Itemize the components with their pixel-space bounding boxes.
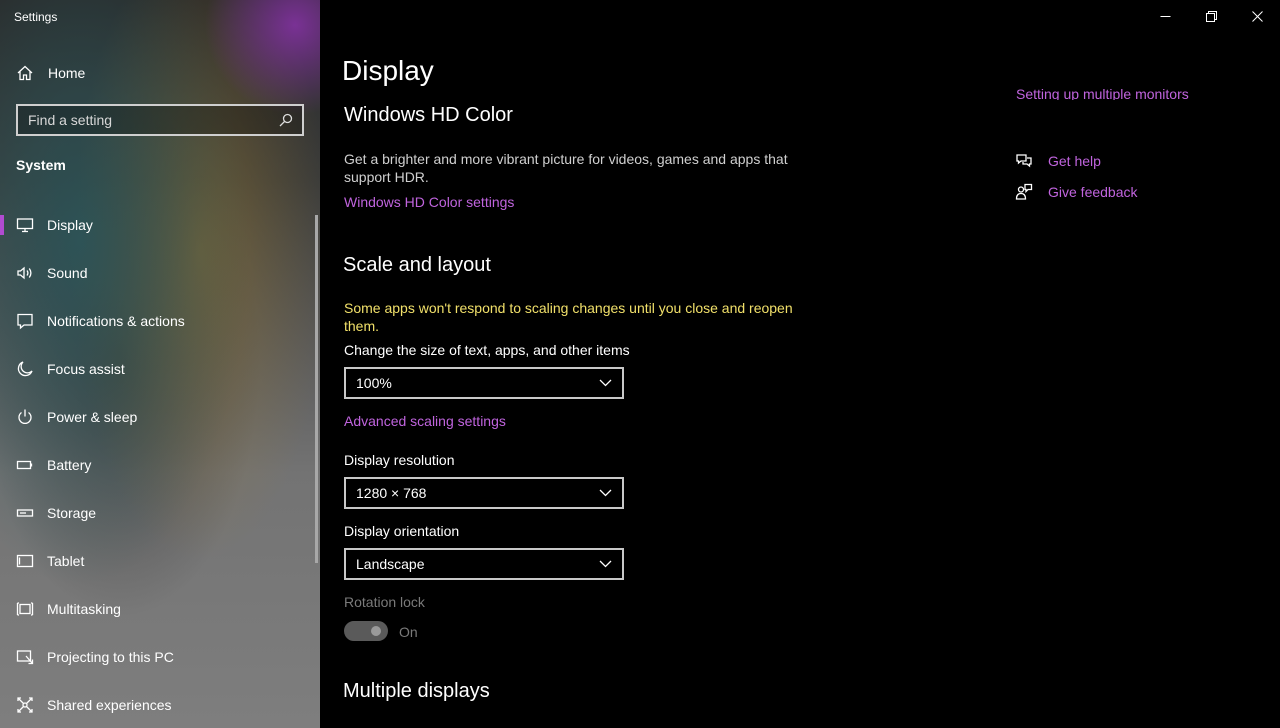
- sidebar-item-label: Power & sleep: [47, 409, 138, 425]
- minimize-button[interactable]: [1142, 0, 1188, 32]
- tablet-icon: [16, 554, 34, 568]
- sidebar-item-focus-assist[interactable]: Focus assist: [0, 345, 316, 393]
- get-help-label: Get help: [1048, 153, 1101, 169]
- sidebar-item-label: Focus assist: [47, 361, 125, 377]
- rotation-lock-label: Rotation lock: [344, 594, 425, 610]
- battery-icon: [16, 460, 33, 470]
- moon-icon: [17, 361, 33, 377]
- restore-icon: [1205, 10, 1217, 22]
- monitor-icon: [16, 218, 34, 233]
- orientation-label: Display orientation: [344, 523, 460, 539]
- chevron-down-icon: [599, 489, 612, 497]
- close-icon: [1251, 10, 1263, 22]
- resolution-dropdown[interactable]: 1280 × 768: [344, 477, 624, 509]
- power-icon: [18, 409, 32, 424]
- sidebar-item-display[interactable]: Display: [0, 201, 316, 249]
- scale-dropdown-value: 100%: [356, 375, 392, 391]
- restore-button[interactable]: [1188, 0, 1234, 32]
- speaker-icon: [17, 266, 32, 280]
- search-box[interactable]: [16, 104, 304, 136]
- hdr-section-title: Windows HD Color: [344, 104, 513, 126]
- get-help-link[interactable]: Get help: [1015, 152, 1101, 170]
- storage-icon: [16, 509, 34, 517]
- sidebar-item-projecting[interactable]: Projecting to this PC: [0, 633, 316, 681]
- advanced-scaling-link[interactable]: Advanced scaling settings: [344, 413, 506, 429]
- minimize-icon: [1160, 15, 1170, 17]
- sidebar-scrollbar[interactable]: [315, 215, 318, 563]
- hdr-settings-link[interactable]: Windows HD Color settings: [344, 194, 514, 210]
- home-label: Home: [48, 65, 86, 81]
- sidebar-item-power-sleep[interactable]: Power & sleep: [0, 393, 316, 441]
- sidebar: Settings Home System Display Sound: [0, 0, 320, 728]
- toggle-knob: [371, 626, 381, 636]
- home-button[interactable]: Home: [16, 62, 85, 84]
- app-title: Settings: [14, 10, 58, 24]
- sidebar-item-shared-experiences[interactable]: Shared experiences: [0, 681, 316, 728]
- page-title: Display: [342, 55, 434, 86]
- sidebar-item-tablet[interactable]: Tablet: [0, 537, 316, 585]
- multiple-monitors-link[interactable]: Setting up multiple monitors: [1016, 86, 1189, 100]
- multiple-displays-title: Multiple displays: [343, 680, 490, 702]
- give-feedback-label: Give feedback: [1048, 184, 1138, 200]
- scale-dropdown[interactable]: 100%: [344, 367, 624, 399]
- sidebar-item-label: Battery: [47, 457, 92, 473]
- rotation-lock-state: On: [399, 624, 418, 640]
- sidebar-item-label: Multitasking: [47, 601, 121, 617]
- search-icon[interactable]: [279, 113, 293, 127]
- home-icon: [17, 65, 33, 81]
- sidebar-nav: Display Sound Notifications & actions Fo…: [0, 201, 316, 728]
- sidebar-item-label: Storage: [47, 505, 97, 521]
- feedback-icon: [1015, 183, 1033, 200]
- hdr-description: Get a brighter and more vibrant picture …: [344, 151, 788, 185]
- scale-section-title: Scale and layout: [343, 254, 491, 276]
- orientation-dropdown-value: Landscape: [356, 556, 425, 572]
- sidebar-item-label: Tablet: [47, 553, 85, 569]
- chevron-down-icon: [599, 379, 612, 387]
- notification-icon: [17, 313, 33, 330]
- section-title: System: [16, 157, 66, 173]
- sidebar-item-notifications[interactable]: Notifications & actions: [0, 297, 316, 345]
- shared-experiences-icon: [17, 697, 33, 713]
- resolution-label: Display resolution: [344, 452, 455, 468]
- sidebar-item-storage[interactable]: Storage: [0, 489, 316, 537]
- sidebar-item-battery[interactable]: Battery: [0, 441, 316, 489]
- rotation-lock-toggle[interactable]: [344, 621, 388, 641]
- help-chat-icon: [1016, 154, 1032, 168]
- orientation-dropdown[interactable]: Landscape: [344, 548, 624, 580]
- close-button[interactable]: [1234, 0, 1280, 32]
- resolution-dropdown-value: 1280 × 768: [356, 485, 427, 501]
- chevron-down-icon: [599, 560, 612, 568]
- sidebar-item-sound[interactable]: Sound: [0, 249, 316, 297]
- scale-label: Change the size of text, apps, and other…: [344, 342, 630, 358]
- sidebar-item-label: Shared experiences: [47, 697, 172, 713]
- give-feedback-link[interactable]: Give feedback: [1015, 183, 1138, 201]
- multiple-monitors-link-text: Setting up multiple monitors: [1016, 86, 1189, 100]
- sidebar-item-label: Notifications & actions: [47, 313, 185, 329]
- search-input[interactable]: [18, 111, 279, 129]
- sidebar-item-label: Projecting to this PC: [47, 649, 174, 665]
- sidebar-item-label: Sound: [47, 265, 88, 281]
- multitasking-icon: [16, 602, 34, 616]
- sidebar-item-multitasking[interactable]: Multitasking: [0, 585, 316, 633]
- scaling-warning: Some apps won't respond to scaling chang…: [344, 300, 793, 334]
- projecting-icon: [16, 650, 34, 665]
- sidebar-item-label: Display: [47, 217, 93, 233]
